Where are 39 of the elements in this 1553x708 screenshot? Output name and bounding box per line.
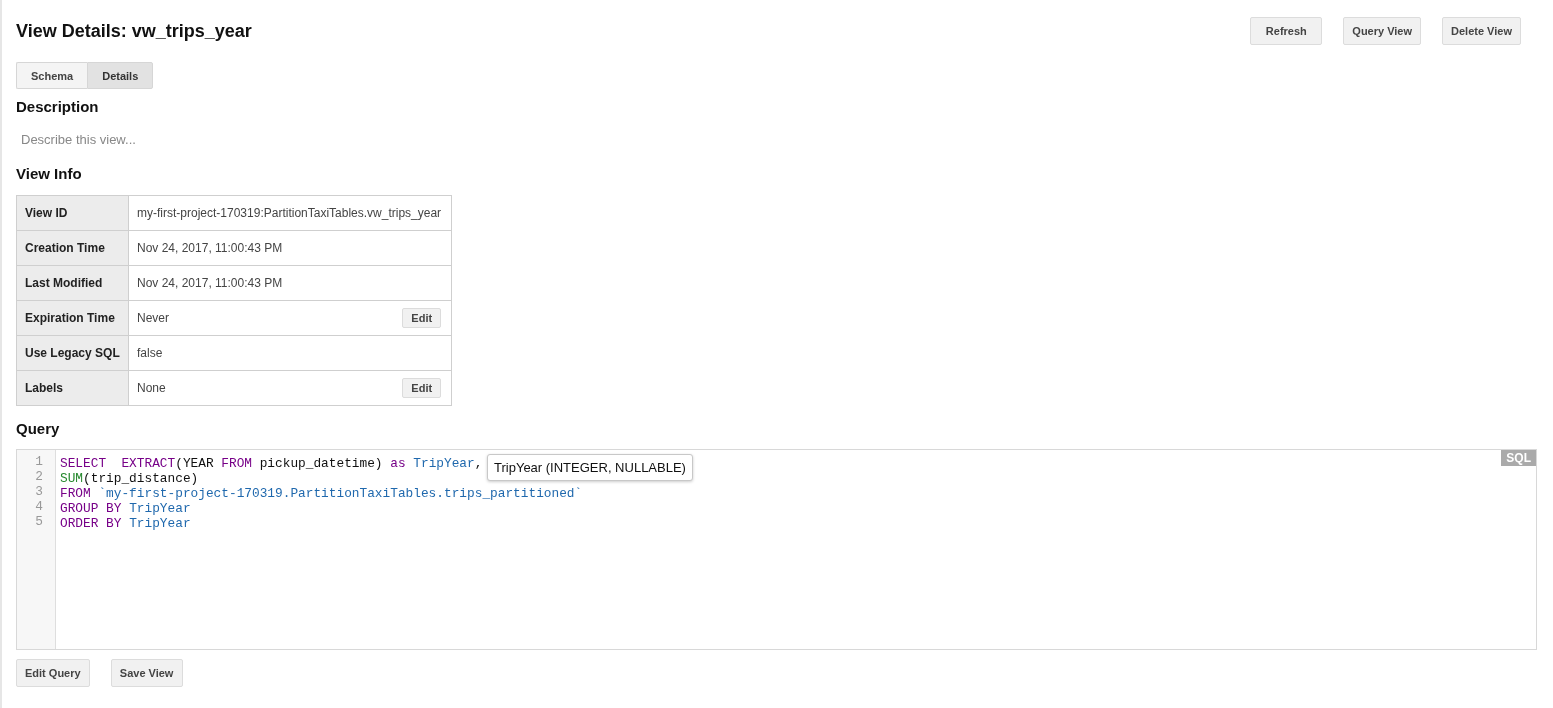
line-number: 5: [34, 514, 44, 529]
edit-button[interactable]: Edit: [402, 378, 442, 398]
info-label-cell: Last Modified: [16, 265, 129, 301]
code-line: ORDER BY TripYear: [60, 516, 191, 531]
info-value: my-first-project-170319:PartitionTaxiTables.vw_trips_year: [137, 206, 442, 220]
line-number: 3: [34, 484, 44, 499]
info-value: false: [137, 346, 163, 360]
info-value: Never: [137, 311, 169, 325]
info-label-cell: Creation Time: [16, 230, 129, 266]
action-button[interactable]: Refresh: [1250, 17, 1323, 45]
type-tooltip: TripYear (INTEGER, NULLABLE): [487, 454, 693, 481]
section-heading: Query: [16, 420, 61, 438]
code-editor[interactable]: [16, 449, 1537, 650]
footer-button[interactable]: Edit Query: [16, 659, 90, 687]
code-line: SUM(trip_distance): [60, 471, 199, 486]
info-value: Nov 24, 2017, 11:00:43 PM: [137, 241, 283, 255]
edit-button[interactable]: Edit: [402, 308, 442, 328]
code-line: GROUP BY TripYear: [60, 501, 191, 516]
description-field[interactable]: Describe this view...: [16, 125, 436, 153]
info-label-cell: Use Legacy SQL: [16, 335, 129, 371]
action-button[interactable]: Query View: [1343, 17, 1422, 45]
info-value: Nov 24, 2017, 11:00:43 PM: [137, 276, 283, 290]
language-badge: SQL: [1501, 450, 1536, 466]
section-heading: Description: [16, 98, 100, 116]
section-heading: View Info: [16, 165, 83, 183]
info-value: None: [137, 381, 166, 395]
line-number: 1: [34, 454, 44, 469]
info-label-cell: View ID: [16, 195, 129, 231]
info-label-cell: Expiration Time: [16, 300, 129, 336]
line-number: 2: [34, 469, 44, 484]
info-label-cell: Labels: [16, 370, 129, 406]
footer-button[interactable]: Save View: [110, 659, 183, 687]
code-line: FROM `my-first-project-170319.PartitionTaxiTables.trips_partitioned`: [60, 486, 583, 501]
tab[interactable]: Schema: [16, 62, 88, 89]
page-title: View Details: vw_trips_year: [16, 20, 252, 43]
line-number: 4: [34, 499, 44, 514]
action-button[interactable]: Delete View: [1442, 17, 1521, 45]
tab[interactable]: Details: [87, 62, 154, 89]
code-line: SELECT EXTRACT(YEAR FROM pickup_datetime) as TripYear,: [60, 456, 483, 471]
